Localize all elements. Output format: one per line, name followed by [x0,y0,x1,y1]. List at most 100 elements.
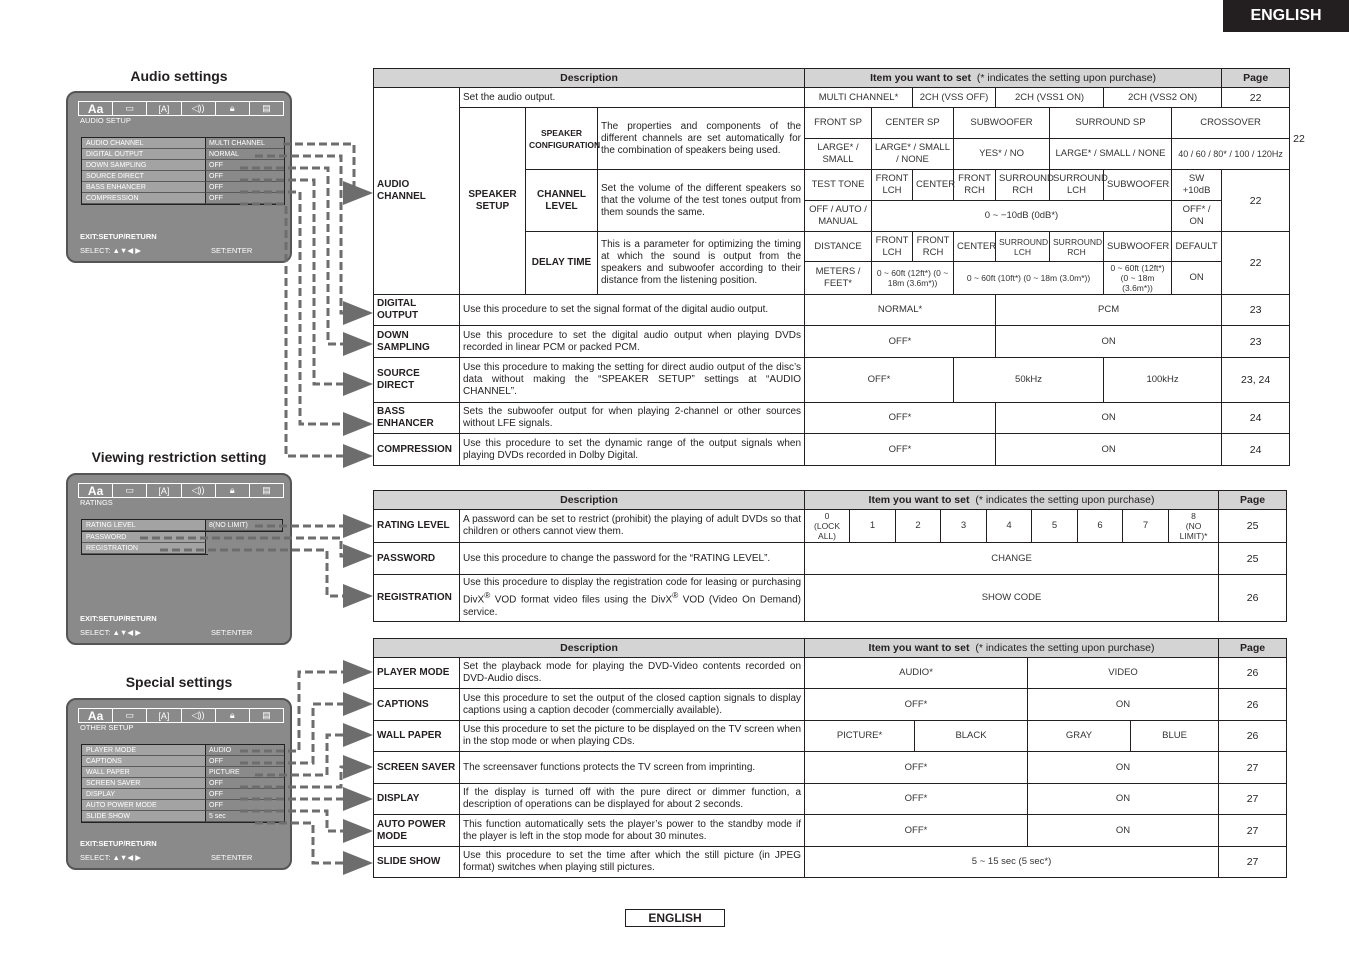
row-desc: Use this procedure to display the regist… [458,574,806,622]
rating-option: 6 [1077,509,1124,543]
option: VIDEO [1027,657,1220,689]
row-desc: The properties and components of the dif… [596,107,806,170]
menu-row: PLAYER MODE AUDIO [82,745,284,756]
menu-value: OFF [206,756,284,767]
option: OFF* [804,783,1029,815]
menu-label: DOWN SAMPLING [82,160,206,171]
row-desc: Set the audio output. [458,87,806,108]
exit-hint: EXIT:SETUP/RETURN [80,614,157,623]
row-desc: Use this procedure to set the picture to… [458,720,806,752]
header-item: Item you want to set (* indicates the se… [804,68,1223,88]
option: TEST TONE [804,169,873,201]
menu-value: OFF [206,800,284,811]
row-label-slide-show: SLIDE SHOW [373,846,460,878]
menu-label: AUDIO CHANNEL [82,138,206,149]
option-value: 0 ~ 60ft (12ft*) (0 ~ 18m (3.6m*)) [1103,261,1173,295]
menu-row: COMPRESSION OFF [82,193,284,204]
option: CROSSOVER [1171,107,1291,139]
menu-row: SLIDE SHOW 5 sec [82,811,284,822]
menu-label: PLAYER MODE [82,745,206,756]
select-hint: SELECT: ▲▼◀ ▶ [80,246,141,255]
row-label-display: DISPLAY [373,783,460,815]
row-desc: Use this procedure to set the output of … [458,688,806,721]
option: FRONT RCH [953,169,997,201]
lock-icon: 🔒︎ [216,102,250,115]
option: FRONT LCH [871,231,914,262]
page-ref: 23 [1221,325,1291,358]
page-ref: 27 [1218,783,1288,815]
lock-icon: 🔒︎ [216,709,250,722]
row-label-rating-level: RATING LEVEL [373,509,460,543]
speaker-icon: ◁)) [181,102,216,115]
speaker-setup-label: SPEAKER SETUP [459,107,526,295]
page-ref: 24 [1221,433,1291,466]
option: 2CH (VSS1 ON) [995,87,1105,108]
row-label-digital-output: DIGITAL OUTPUT [373,294,460,326]
connector-audio-channel [283,142,373,205]
display-icon: ▭ [113,484,148,497]
rating-option: 7 [1122,509,1170,543]
rating-option: 4 [986,509,1033,543]
option: OFF* [804,357,955,403]
display-icon: ▭ [113,102,148,115]
option-value: 0 ~ −10dB (0dB*) [871,200,1173,232]
menu-row: PASSWORD [81,532,208,543]
menu-value: PICTURE [206,767,284,778]
option-value: 0 ~ 60ft (10ft*) (0 ~ 18m (3.0m*)) [953,261,1105,295]
menu-row: DOWN SAMPLING OFF [82,160,284,171]
row-desc: The screensaver functions protects the T… [458,751,806,784]
option: GRAY [1027,720,1132,752]
option: OFF* [804,814,1029,847]
option: SUBWOOFER [1103,169,1173,201]
menu-label: WALL PAPER [82,767,206,778]
option: 5 ~ 15 sec (5 sec*) [804,846,1220,878]
option: CHANGE [804,542,1220,575]
header-page: Page [1221,68,1291,88]
option: FRONT RCH [912,231,955,262]
option-value: OFF / AUTO / MANUAL [804,200,873,232]
osd-tabs: Aa ▭ [A] ◁)) 🔒︎ ▤ [78,101,284,116]
row-desc: This is a parameter for optimizing the t… [596,231,806,295]
menu-row: CAPTIONS OFF [82,756,284,767]
option: SURROUND SP [1049,107,1173,139]
menu-value: OFF [206,160,284,171]
header-item: Item you want to set (* indicates the se… [804,490,1220,510]
option: ON [1027,814,1220,847]
row-desc: Sets the subwoofer output for when playi… [458,402,806,434]
option: SURROUND RCH [995,169,1054,201]
option: SHOW CODE [804,574,1220,622]
select-hint: SELECT: ▲▼◀ ▶ [80,628,141,637]
menu-label: BASS ENHANCER [82,182,206,193]
special-settings-table: Description Item you want to set (* indi… [372,638,1288,878]
set-hint: SET:ENTER [211,853,253,862]
option-value: ON [1171,261,1223,295]
menu-label: SOURCE DIRECT [82,171,206,182]
row-desc: Use this procedure to set the dynamic ra… [458,433,806,466]
option: OFF* [804,751,1029,784]
speaker-icon: ◁)) [182,709,216,722]
row-label-auto-power-mode: AUTO POWER MODE [373,814,460,847]
row-desc: Set the playback mode for playing the DV… [458,657,806,689]
menu-row: AUTO POWER MODE OFF [82,800,284,811]
osd-menu: RATING LEVEL 8(NO LIMIT) PASSWORD REGISTR… [81,519,283,555]
header-page: Page [1218,490,1288,510]
viewing-restriction-title: Viewing restriction setting [91,449,267,465]
header-description: Description [372,490,806,510]
option: OFF* [804,325,997,358]
video-icon: [A] [147,484,182,497]
menu-row: SOURCE DIRECT OFF [82,171,284,182]
option: CENTER [912,169,955,201]
page-ref: 25 [1218,542,1288,575]
page-ref: 25 [1218,509,1288,543]
audio-settings-table: Description Item you want to set (* indi… [372,68,1305,466]
ratings-table: Description Item you want to set (* indi… [372,490,1288,622]
other-setup-screen: Aa ▭ [A] ◁)) 🔒︎ ▤ OTHER SETUP PLAYER MOD… [66,698,292,870]
other-icon: ▤ [262,485,271,495]
header-description: Description [372,68,806,88]
video-icon: [A] [147,709,182,722]
row-label-wall-paper: WALL PAPER [373,720,460,752]
option: 50kHz [953,357,1105,403]
row-label-password: PASSWORD [373,542,460,575]
rating-option: 0 (LOCK ALL) [804,509,851,543]
menu-label: CAPTIONS [82,756,206,767]
